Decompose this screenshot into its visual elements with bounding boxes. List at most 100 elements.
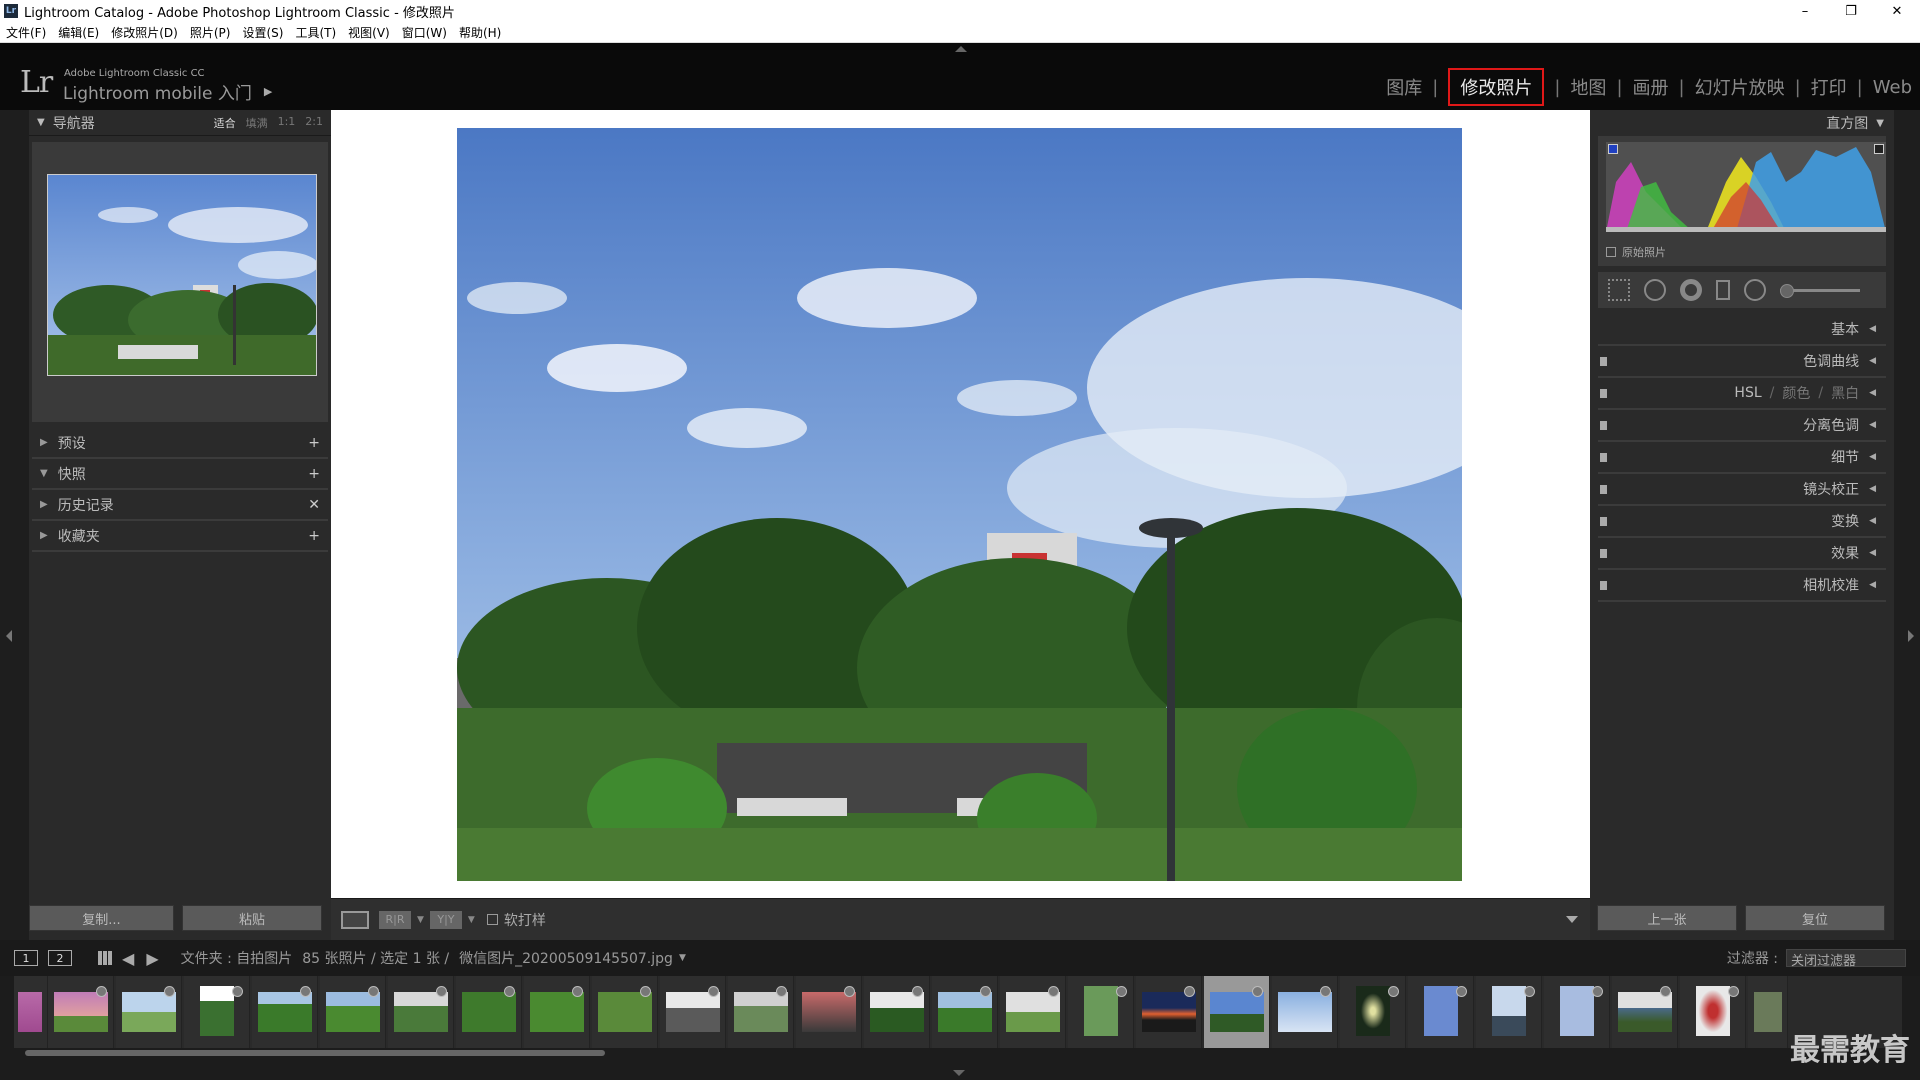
menu-tools[interactable]: 工具(T)	[295, 24, 336, 41]
filmstrip-thumbnail[interactable]	[1748, 976, 1788, 1048]
module-book[interactable]: 画册	[1633, 74, 1669, 100]
close-button[interactable]: ✕	[1874, 0, 1920, 22]
panel-switch-icon[interactable]	[1600, 357, 1607, 366]
image-canvas[interactable]	[331, 110, 1590, 898]
panel-split-toning[interactable]: 分离色调 ◀	[1598, 410, 1886, 442]
panel-switch-icon[interactable]	[1600, 421, 1607, 430]
menu-edit[interactable]: 编辑(E)	[58, 24, 99, 41]
selected-filename[interactable]: 微信图片_20200509145507.jpg	[459, 948, 673, 968]
filmstrip-thumbnail[interactable]	[184, 976, 250, 1048]
zoom-1to1[interactable]: 1:1	[278, 115, 296, 131]
add-collection-icon[interactable]: +	[308, 528, 320, 544]
module-library[interactable]: 图库	[1386, 74, 1422, 100]
forward-arrow-icon[interactable]: ▶	[146, 949, 158, 968]
panel-transform[interactable]: 变换 ◀	[1598, 506, 1886, 538]
filmstrip[interactable]	[14, 976, 1902, 1048]
toolbar-menu-icon[interactable]	[1566, 916, 1578, 923]
chevron-down-icon[interactable]: ▼	[417, 915, 424, 925]
expand-left-icon[interactable]	[6, 630, 12, 642]
radial-filter-icon[interactable]	[1744, 279, 1766, 301]
copy-settings-button[interactable]: 复制...	[29, 905, 174, 931]
filmstrip-thumbnail[interactable]	[932, 976, 998, 1048]
collapse-top-icon[interactable]	[955, 46, 967, 52]
histogram[interactable]: 原始照片	[1598, 136, 1886, 266]
panel-switch-icon[interactable]	[1600, 549, 1607, 558]
panel-hsl-label[interactable]: HSL	[1734, 385, 1761, 401]
soft-proof-checkbox[interactable]	[486, 914, 498, 925]
previous-button[interactable]: 上一张	[1597, 905, 1737, 931]
panel-switch-icon[interactable]	[1600, 517, 1607, 526]
filmstrip-thumbnail[interactable]	[1544, 976, 1610, 1048]
filmstrip-thumbnail[interactable]	[796, 976, 862, 1048]
panel-switch-icon[interactable]	[1600, 453, 1607, 462]
histogram-header[interactable]: 直方图 ▼	[1590, 110, 1894, 136]
panel-tone-curve[interactable]: 色调曲线 ◀	[1598, 346, 1886, 378]
before-after-swap-icon[interactable]: Y|Y	[429, 910, 462, 929]
filmstrip-thumbnail[interactable]	[116, 976, 182, 1048]
zoom-2to1[interactable]: 2:1	[305, 115, 323, 131]
filmstrip-thumbnail[interactable]	[1272, 976, 1338, 1048]
red-eye-icon[interactable]	[1680, 279, 1702, 301]
source-folder[interactable]: 文件夹 : 自拍图片	[181, 948, 293, 968]
original-photo-checkbox[interactable]	[1606, 247, 1616, 257]
filmstrip-thumbnail[interactable]	[592, 976, 658, 1048]
add-snapshot-icon[interactable]: +	[308, 466, 320, 482]
chevron-down-icon[interactable]: ▼	[679, 953, 686, 963]
panel-snapshots[interactable]: ▼ 快照 +	[32, 459, 328, 490]
add-preset-icon[interactable]: +	[308, 435, 320, 451]
menu-window[interactable]: 窗口(W)	[402, 24, 447, 41]
collapse-bottom-icon[interactable]	[953, 1070, 965, 1076]
panel-collections[interactable]: ▶ 收藏夹 +	[32, 521, 328, 552]
left-edge[interactable]	[0, 110, 29, 940]
filmstrip-thumbnail-selected[interactable]	[1204, 976, 1270, 1048]
zoom-fill[interactable]: 填满	[246, 115, 268, 131]
highlight-clipping-icon[interactable]	[1874, 144, 1884, 154]
adjustment-brush-slider[interactable]	[1780, 283, 1860, 298]
navigator-thumbnail[interactable]	[47, 174, 317, 376]
filmstrip-thumbnail[interactable]	[728, 976, 794, 1048]
module-slideshow[interactable]: 幻灯片放映	[1695, 74, 1785, 100]
filmstrip-thumbnail[interactable]	[48, 976, 114, 1048]
panel-switch-icon[interactable]	[1600, 389, 1607, 398]
panel-camera-calibration[interactable]: 相机校准 ◀	[1598, 570, 1886, 602]
module-map[interactable]: 地图	[1570, 74, 1606, 100]
main-window-button[interactable]: 1	[14, 950, 38, 966]
filmstrip-thumbnail[interactable]	[1068, 976, 1134, 1048]
maximize-button[interactable]: ❐	[1828, 0, 1874, 22]
crop-icon[interactable]	[1608, 279, 1630, 301]
filmstrip-thumbnail[interactable]	[1408, 976, 1474, 1048]
menu-photo[interactable]: 照片(P)	[190, 24, 231, 41]
second-window-button[interactable]: 2	[48, 950, 72, 966]
filter-select[interactable]: 关闭过滤器	[1786, 949, 1906, 969]
expand-right-icon[interactable]	[1908, 630, 1914, 642]
paste-settings-button[interactable]: 粘贴	[182, 905, 322, 931]
before-after-lr-icon[interactable]: R|R	[379, 910, 411, 929]
menu-help[interactable]: 帮助(H)	[459, 24, 501, 41]
zoom-fit[interactable]: 适合	[214, 115, 236, 131]
filmstrip-thumbnail[interactable]	[1476, 976, 1542, 1048]
panel-presets[interactable]: ▶ 预设 +	[32, 428, 328, 459]
filmstrip-thumbnail[interactable]	[660, 976, 726, 1048]
main-photo[interactable]	[457, 128, 1462, 881]
grid-view-icon[interactable]	[98, 951, 112, 965]
back-arrow-icon[interactable]: ◀	[122, 949, 134, 968]
spot-removal-icon[interactable]	[1644, 279, 1666, 301]
identity-plate[interactable]: Lightroom mobile 入门 ▶	[63, 79, 272, 104]
right-edge[interactable]	[1894, 110, 1920, 940]
menu-settings[interactable]: 设置(S)	[242, 24, 283, 41]
panel-bw-label[interactable]: 黑白	[1831, 383, 1859, 403]
filmstrip-thumbnail[interactable]	[252, 976, 318, 1048]
panel-lens-corrections[interactable]: 镜头校正 ◀	[1598, 474, 1886, 506]
loupe-view-icon[interactable]	[341, 910, 369, 929]
chevron-down-icon[interactable]: ▼	[468, 915, 475, 925]
graduated-filter-icon[interactable]	[1716, 280, 1730, 300]
module-develop[interactable]: 修改照片	[1448, 68, 1545, 106]
reset-button[interactable]: 复位	[1745, 905, 1885, 931]
filmstrip-thumbnail[interactable]	[864, 976, 930, 1048]
panel-basic[interactable]: 基本 ◀	[1598, 314, 1886, 346]
panel-switch-icon[interactable]	[1600, 485, 1607, 494]
filmstrip-thumbnail[interactable]	[388, 976, 454, 1048]
navigator-header[interactable]: ▼ 导航器 适合 填满 1:1 2:1	[29, 110, 331, 136]
original-photo-toggle[interactable]: 原始照片	[1606, 244, 1666, 260]
filmstrip-thumbnail[interactable]	[456, 976, 522, 1048]
